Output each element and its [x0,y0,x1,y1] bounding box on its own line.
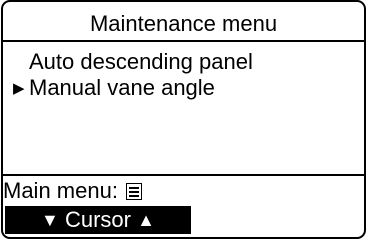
footer-divider [3,174,364,176]
main-menu-label: Main menu: [3,178,118,203]
page-title: Maintenance menu [89,11,278,36]
menu-item-auto-descending-panel[interactable]: Auto descending panel [13,49,253,75]
cursor-down-icon: ▼ [41,210,59,230]
menu-item-label: Auto descending panel [29,49,253,74]
cursor-label: Cursor [64,207,131,232]
selection-arrow-icon: ▶ [13,80,25,97]
display-frame: Maintenance menu Auto descending panel ▶… [1,0,366,239]
menu-item-manual-vane-angle[interactable]: ▶ Manual vane angle [13,75,215,101]
cursor-up-icon: ▲ [137,210,155,230]
menu-item-label: Manual vane angle [29,75,215,100]
cursor-bar[interactable]: ▼ Cursor ▲ [5,206,191,234]
menu-list-icon [126,183,143,200]
title-divider [3,40,364,42]
main-menu-hint: Main menu: [3,178,143,204]
remote-controller-screen: Maintenance menu Auto descending panel ▶… [0,0,368,241]
